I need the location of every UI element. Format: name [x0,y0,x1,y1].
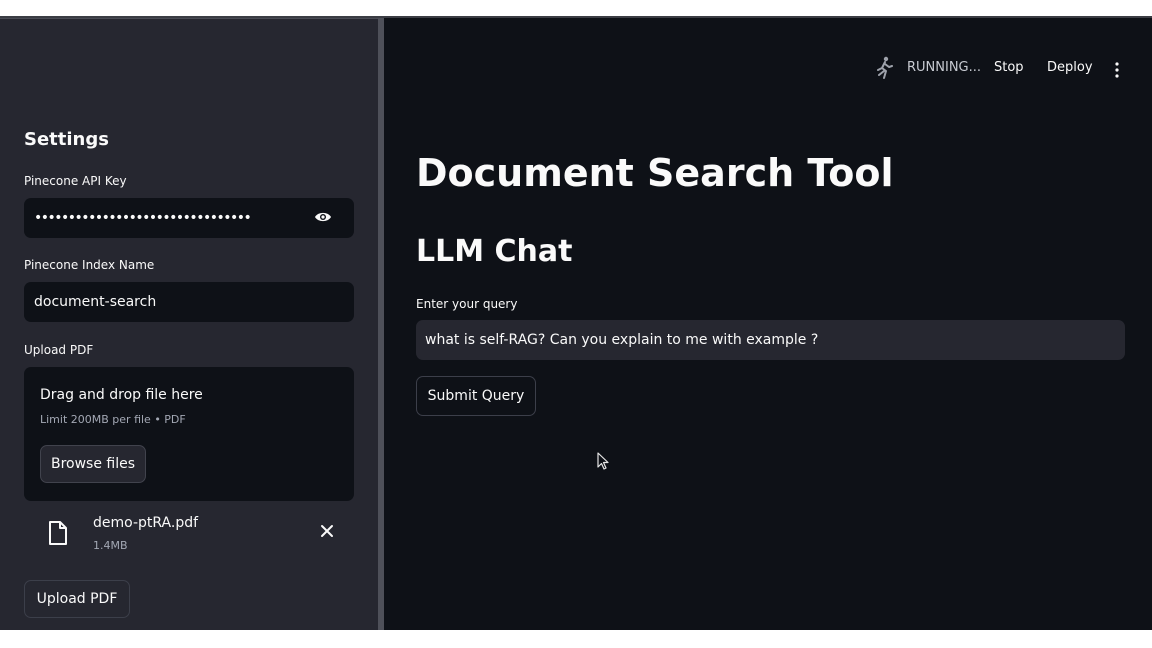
dropzone-hint: Limit 200MB per file • PDF [40,413,186,426]
kebab-menu-icon[interactable] [1114,62,1120,78]
query-input[interactable]: what is self-RAG? Can you explain to me … [416,320,1125,360]
eye-icon[interactable] [314,211,332,223]
file-icon [49,521,67,545]
stop-button[interactable]: Stop [994,60,1024,75]
running-man-icon [877,56,893,79]
dropzone-title: Drag and drop file here [40,387,203,403]
upload-pdf-label: Upload PDF [24,343,94,357]
section-title: LLM Chat [416,234,573,269]
sidebar-title: Settings [24,129,109,150]
upload-pdf-button[interactable]: Upload PDF [24,580,130,618]
index-name-label: Pinecone Index Name [24,258,155,272]
page-title: Document Search Tool [416,151,894,195]
window-top-strip [0,0,1152,18]
index-name-input[interactable]: document-search [24,282,354,322]
browse-files-button[interactable]: Browse files [40,445,146,483]
sidebar: Settings Pinecone API Key ••••••••••••••… [0,18,378,630]
submit-query-button[interactable]: Submit Query [416,376,536,416]
uploaded-file-name: demo-ptRA.pdf [93,515,199,531]
query-label: Enter your query [416,297,518,311]
streamlit-app: Settings Pinecone API Key ••••••••••••••… [0,18,1152,630]
deploy-button[interactable]: Deploy [1047,60,1093,75]
remove-file-icon[interactable] [320,524,334,538]
file-dropzone[interactable]: Drag and drop file here Limit 200MB per … [24,367,354,501]
sidebar-resize-handle[interactable] [378,18,384,630]
mouse-cursor-icon [597,452,609,470]
api-key-input[interactable]: •••••••••••••••••••••••••••••••• [24,198,354,238]
api-key-label: Pinecone API Key [24,174,127,188]
running-status: RUNNING... [907,60,982,75]
uploaded-file-size: 1.4MB [93,539,128,552]
api-key-masked-value: •••••••••••••••••••••••••••••••• [34,210,252,226]
